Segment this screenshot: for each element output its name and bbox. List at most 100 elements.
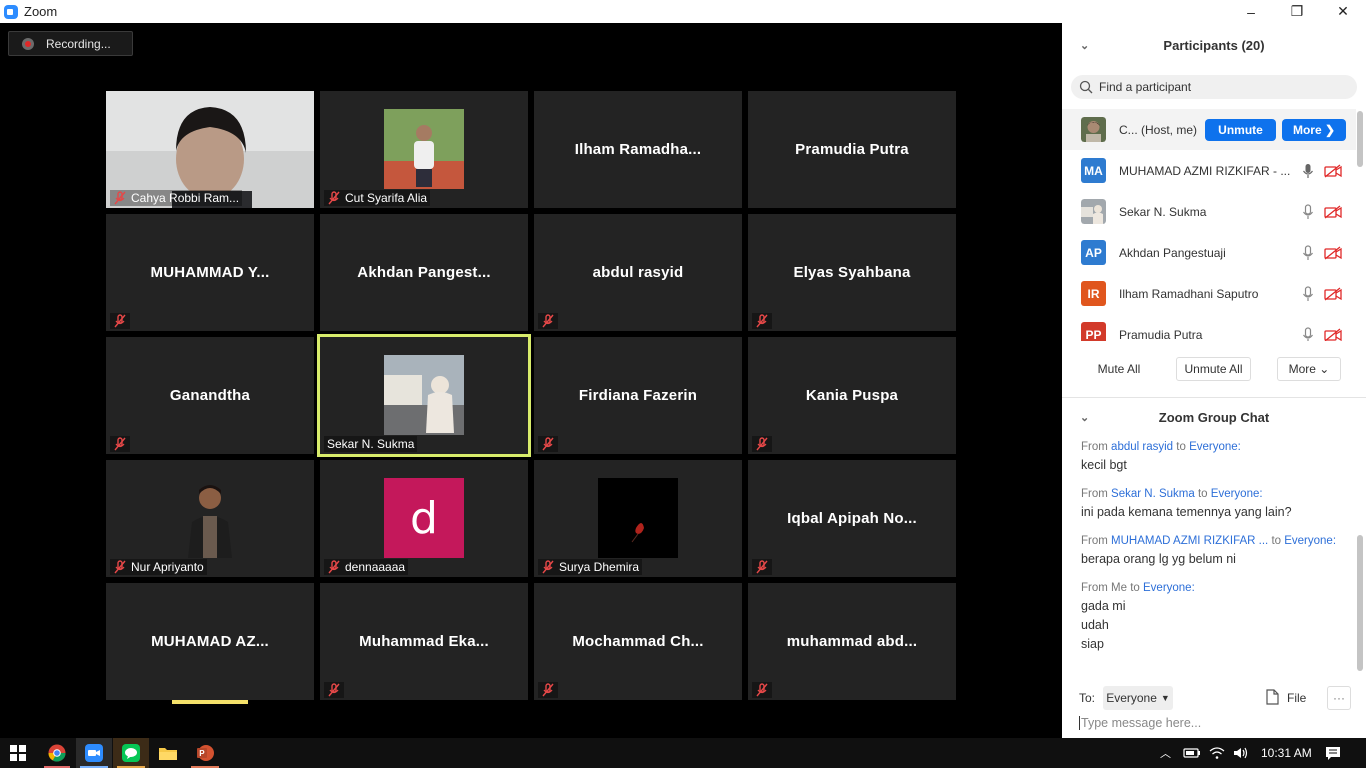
participant-row[interactable]: Sekar N. Sukma (1062, 191, 1356, 232)
file-icon[interactable] (1266, 689, 1279, 708)
video-tile[interactable]: muhammad abd... (748, 583, 956, 700)
clock-time[interactable]: 10:31 AM (1261, 746, 1312, 760)
participant-name: Ilham Ramadha... (574, 141, 702, 158)
video-tile[interactable]: Ilham Ramadha... (534, 91, 742, 208)
minimize-button[interactable]: – (1228, 0, 1274, 23)
participants-scrollbar[interactable] (1357, 111, 1363, 167)
sender-link[interactable]: abdul rasyid (1111, 441, 1173, 453)
video-tile[interactable]: Muhammad Eka... (320, 583, 528, 700)
participant-name: Muhammad Eka... (359, 633, 489, 650)
participant-row[interactable]: PP Pramudia Putra (1062, 314, 1356, 341)
chat-title: Zoom Group Chat (1158, 409, 1270, 425)
muted-mic-icon (113, 437, 127, 451)
participant-row[interactable]: MA MUHAMAD AZMI RIZKIFAR - ... (1062, 150, 1356, 191)
action-center-button[interactable] (1318, 738, 1348, 768)
mic-icon (1303, 163, 1313, 178)
unmute-all-button[interactable]: Unmute All (1176, 357, 1251, 381)
participant-avatar: MA (1081, 158, 1106, 183)
recipient-link[interactable]: Everyone: (1189, 441, 1241, 453)
chrome-taskbar-button[interactable] (40, 738, 74, 768)
video-tile[interactable]: Akhdan Pangest... (320, 214, 528, 331)
chat-more-button[interactable]: ··· (1327, 686, 1351, 710)
chevron-down-icon: ▼ (1160, 693, 1170, 703)
start-button[interactable] (0, 738, 36, 768)
message-text: ini pada kemana temennya yang lain? (1081, 505, 1292, 519)
video-tile[interactable]: Iqbal Apipah No... (748, 460, 956, 577)
tile-label (538, 313, 558, 329)
video-tile[interactable]: Elyas Syahbana (748, 214, 956, 331)
message-text: udah (1081, 618, 1109, 632)
muted-mic-icon (327, 191, 341, 205)
chat-messages: From abdul rasyid to Everyone: kecil bgt… (1081, 439, 1351, 665)
participants-header: ⌄ Participants (20) (1062, 23, 1366, 68)
muted-mic-icon (755, 683, 769, 697)
chat-scrollbar[interactable] (1357, 535, 1363, 671)
message-header: From MUHAMAD AZMI RIZKIFAR ... to Everyo… (1081, 535, 1337, 547)
more-button[interactable]: More ❯ (1282, 118, 1346, 141)
wifi-icon[interactable] (1209, 746, 1225, 760)
avatar-letter: d (384, 478, 464, 558)
tile-label (324, 682, 344, 698)
tile-label: Sekar N. Sukma (324, 436, 418, 452)
participant-row-host[interactable]: C... (Host, me) Unmute More ❯ (1062, 109, 1356, 150)
line-taskbar-button[interactable] (113, 738, 149, 768)
video-tile[interactable]: Firdiana Fazerin (534, 337, 742, 454)
video-tile[interactable]: Pramudia Putra (748, 91, 956, 208)
participant-name: Akhdan Pangestuaji (1119, 245, 1226, 260)
close-button[interactable]: ✕ (1320, 0, 1366, 23)
video-tile[interactable]: Mochammad Ch... (534, 583, 742, 700)
folder-icon (159, 748, 177, 760)
video-off-icon (1324, 286, 1342, 301)
muted-mic-icon (541, 683, 555, 697)
chat-message: From Sekar N. Sukma to Everyone: ini pad… (1081, 486, 1351, 522)
participant-name: Mochammad Ch... (572, 633, 704, 650)
profile-photo (384, 355, 464, 435)
video-gallery: Recording... Cahya Robbi Ram... Cut Syar… (0, 23, 1062, 738)
video-tile[interactable]: Ganandtha (106, 337, 314, 454)
unmute-button[interactable]: Unmute (1205, 118, 1276, 141)
recipient-link[interactable]: Everyone: (1211, 488, 1263, 500)
file-button[interactable]: File (1287, 691, 1306, 705)
active-speaker-tile[interactable]: Sekar N. Sukma (317, 334, 531, 457)
video-tile[interactable]: Nur Apriyanto (106, 460, 314, 577)
mute-all-button[interactable]: Mute All (1087, 357, 1151, 381)
participant-name: Pramudia Putra (1119, 327, 1203, 342)
video-tile[interactable]: MUHAMMAD Y... (106, 214, 314, 331)
participant-row[interactable]: AP Akhdan Pangestuaji (1062, 232, 1356, 273)
recipient-link[interactable]: Everyone: (1284, 535, 1336, 547)
collapse-chat-chevron-icon[interactable]: ⌄ (1080, 411, 1089, 424)
sender-link[interactable]: MUHAMAD AZMI RIZKIFAR ... (1111, 535, 1268, 547)
recipient-link[interactable]: Everyone: (1143, 582, 1195, 594)
powerpoint-taskbar-button[interactable]: P (187, 738, 223, 768)
message-text: siap (1081, 637, 1104, 651)
sender-link[interactable]: Sekar N. Sukma (1111, 488, 1195, 500)
video-tile[interactable]: d dennaaaaa (320, 460, 528, 577)
video-off-icon (1324, 327, 1342, 341)
muted-mic-icon (541, 560, 555, 574)
collapse-chevron-icon[interactable]: ⌄ (1080, 39, 1089, 52)
video-tile[interactable]: Kania Puspa (748, 337, 956, 454)
participant-search-input[interactable]: Find a participant (1071, 75, 1357, 99)
recipient-select[interactable]: Everyone ▼ (1103, 686, 1173, 710)
maximize-button[interactable]: ❐ (1274, 0, 1320, 23)
video-tile[interactable]: Surya Dhemira (534, 460, 742, 577)
battery-icon[interactable] (1183, 746, 1201, 760)
file-explorer-taskbar-button[interactable] (150, 738, 186, 768)
message-header: From Me to Everyone: (1081, 582, 1195, 594)
video-tile[interactable]: Cahya Robbi Ram... (106, 91, 314, 208)
video-tile[interactable]: Cut Syarifa Alia (320, 91, 528, 208)
chat-header: ⌄ Zoom Group Chat (1062, 403, 1366, 431)
zoom-taskbar-button[interactable] (76, 738, 112, 768)
video-tile[interactable]: MUHAMAD AZ... (106, 583, 314, 700)
chevron-up-icon[interactable]: ︿ (1160, 745, 1171, 761)
participant-name: MUHAMMAD Y... (150, 264, 270, 281)
muted-mic-icon (327, 683, 341, 697)
video-tile[interactable]: abdul rasyid (534, 214, 742, 331)
recording-indicator[interactable]: Recording... (8, 31, 133, 56)
chat-message-input[interactable]: Type message here... (1079, 716, 1201, 730)
volume-icon[interactable] (1233, 746, 1249, 760)
participants-more-button[interactable]: More ⌄ (1277, 357, 1341, 381)
message-text: kecil bgt (1081, 458, 1127, 472)
search-placeholder: Find a participant (1099, 80, 1192, 94)
participant-row[interactable]: IR Ilham Ramadhani Saputro (1062, 273, 1356, 314)
